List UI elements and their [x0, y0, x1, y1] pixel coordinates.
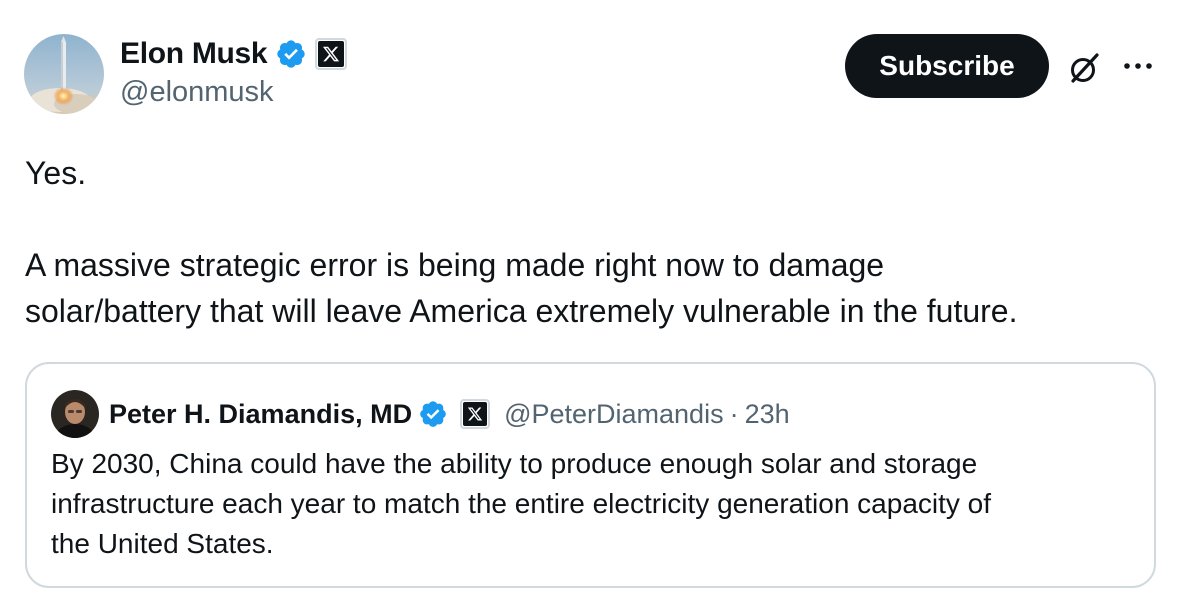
verified-badge-icon[interactable]: [418, 399, 448, 429]
tweet-text: Yes. A massive strategic error is being …: [25, 150, 1175, 334]
author-avatar[interactable]: [24, 34, 104, 114]
tweet-text-line: Yes.: [25, 155, 87, 191]
quoted-text-line: infrastructure each year to match the en…: [51, 488, 992, 519]
x-affiliate-icon[interactable]: [315, 38, 348, 70]
quoted-tweet[interactable]: Peter H. Diamandis, MD @PeterDiamandis ·…: [25, 362, 1156, 588]
tweet-text-line: solar/battery that will leave America ex…: [25, 293, 1018, 329]
quoted-text-line: By 2030, China could have the ability to…: [51, 448, 978, 479]
author-name[interactable]: Elon Musk: [120, 37, 268, 71]
quoted-author-name[interactable]: Peter H. Diamandis, MD: [109, 399, 412, 430]
quoted-author-handle[interactable]: @PeterDiamandis: [504, 399, 724, 430]
quoted-text-line: the United States.: [51, 528, 274, 559]
quoted-timestamp[interactable]: 23h: [745, 399, 790, 430]
author-name-row: Elon Musk: [120, 34, 348, 74]
tweet-text-line: A massive strategic error is being made …: [25, 247, 885, 283]
quoted-author-avatar[interactable]: [51, 390, 99, 438]
grok-icon[interactable]: [1066, 50, 1102, 86]
tweet-card: Elon Musk @elonmusk Subscribe Yes. A mas…: [0, 0, 1202, 598]
author-handle[interactable]: @elonmusk: [120, 76, 274, 109]
verified-badge-icon[interactable]: [275, 38, 307, 70]
more-icon[interactable]: [1122, 58, 1154, 74]
subscribe-button[interactable]: Subscribe: [845, 34, 1049, 98]
quoted-header: Peter H. Diamandis, MD @PeterDiamandis ·…: [109, 392, 790, 436]
x-affiliate-icon[interactable]: [460, 399, 491, 429]
quoted-tweet-text: By 2030, China could have the ability to…: [51, 444, 1141, 564]
separator-dot: ·: [729, 398, 739, 429]
